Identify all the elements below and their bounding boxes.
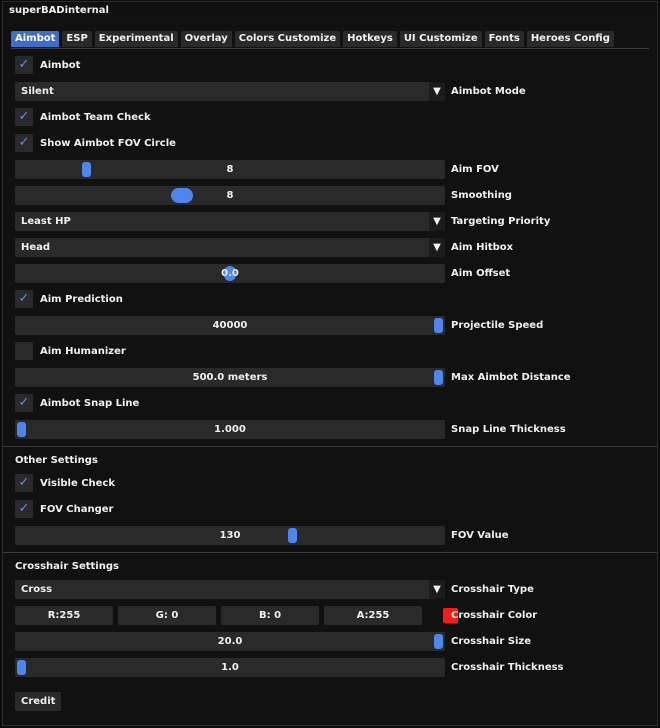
tab-esp[interactable]: ESP: [62, 31, 92, 47]
visible-check-label: Visible Check: [40, 477, 116, 489]
targeting-priority-label: Targeting Priority: [451, 216, 551, 227]
fov-circle-label: Show Aimbot FOV Circle: [40, 137, 176, 149]
aim-prediction-checkbox[interactable]: ✓ Aim Prediction: [15, 289, 123, 309]
main-window: superBADinternal Aimbot ESP Experimental…: [2, 1, 658, 726]
check-icon: ✓: [15, 134, 33, 152]
smoothing-value: 8: [226, 190, 234, 201]
aimbot-checkbox[interactable]: ✓ Aimbot: [15, 55, 80, 75]
fov-changer-label: FOV Changer: [40, 503, 114, 515]
aim-offset-value: 0.0: [221, 268, 239, 279]
aim-offset-label: Aim Offset: [451, 268, 511, 279]
crosshair-type-label: Crosshair Type: [451, 584, 534, 595]
max-distance-slider[interactable]: 500.0 meters: [15, 368, 445, 387]
smoothing-slider[interactable]: 8: [15, 186, 445, 205]
aim-fov-value: 8: [226, 164, 234, 175]
tab-aimbot[interactable]: Aimbot: [11, 31, 60, 47]
aim-fov-label: Aim FOV: [451, 164, 499, 175]
chevron-down-icon: ▼: [429, 82, 445, 101]
aim-humanizer-label: Aim Humanizer: [40, 345, 126, 357]
projectile-speed-slider[interactable]: 40000: [15, 316, 445, 335]
tab-bar: Aimbot ESP Experimental Overlay Colors C…: [11, 31, 649, 49]
window-title: superBADinternal: [3, 2, 657, 20]
snap-thickness-value: 1.000: [214, 424, 246, 435]
aim-humanizer-checkbox[interactable]: Aim Humanizer: [15, 341, 126, 361]
aim-hitbox-label: Aim Hitbox: [451, 242, 514, 253]
crosshair-thickness-label: Crosshair Thickness: [451, 662, 564, 673]
snap-thickness-label: Snap Line Thickness: [451, 424, 566, 435]
tab-experimental[interactable]: Experimental: [94, 31, 178, 47]
check-icon: ✓: [15, 56, 33, 74]
targeting-priority-combo[interactable]: Least HP ▼: [15, 212, 445, 231]
crosshair-thickness-slider[interactable]: 1.0: [15, 658, 445, 677]
aimbot-mode-label: Aimbot Mode: [451, 86, 526, 97]
check-icon: ✓: [15, 394, 33, 412]
chevron-down-icon: ▼: [429, 238, 445, 257]
max-distance-value: 500.0 meters: [192, 372, 268, 383]
snap-line-checkbox[interactable]: ✓ Aimbot Snap Line: [15, 393, 139, 413]
checkbox-box: [15, 342, 33, 360]
crosshair-color-g[interactable]: G: 0: [118, 606, 216, 625]
tab-fonts[interactable]: Fonts: [484, 31, 524, 47]
snap-thickness-slider[interactable]: 1.000: [15, 420, 445, 439]
crosshair-color-row: R:255 G: 0 B: 0 A:255: [15, 606, 458, 626]
credit-button[interactable]: Credit: [15, 692, 62, 711]
crosshair-size-label: Crosshair Size: [451, 636, 531, 647]
aim-offset-slider[interactable]: 0.0: [15, 264, 445, 283]
check-icon: ✓: [15, 108, 33, 126]
crosshair-color-b[interactable]: B: 0: [221, 606, 319, 625]
aimbot-mode-value: Silent: [21, 86, 54, 97]
crosshair-thickness-value: 1.0: [221, 662, 239, 673]
snap-line-label: Aimbot Snap Line: [40, 397, 140, 409]
aim-prediction-label: Aim Prediction: [40, 293, 123, 305]
targeting-priority-value: Least HP: [21, 216, 71, 227]
chevron-down-icon: ▼: [429, 580, 445, 599]
aim-hitbox-value: Head: [21, 242, 51, 253]
tab-hotkeys[interactable]: Hotkeys: [343, 31, 397, 47]
crosshair-size-slider[interactable]: 20.0: [15, 632, 445, 651]
check-icon: ✓: [15, 500, 33, 518]
team-check-label: Aimbot Team Check: [40, 111, 151, 123]
crosshair-size-value: 20.0: [217, 636, 243, 647]
smoothing-label: Smoothing: [451, 190, 512, 201]
crosshair-color-label: Crosshair Color: [451, 610, 538, 621]
tab-overlay[interactable]: Overlay: [180, 31, 232, 47]
team-check-checkbox[interactable]: ✓ Aimbot Team Check: [15, 107, 151, 127]
crosshair-settings-title: Crosshair Settings: [15, 561, 119, 572]
check-icon: ✓: [15, 474, 33, 492]
chevron-down-icon: ▼: [429, 212, 445, 231]
other-settings-title: Other Settings: [15, 455, 98, 466]
max-distance-label: Max Aimbot Distance: [451, 372, 571, 383]
aim-hitbox-combo[interactable]: Head ▼: [15, 238, 445, 257]
check-icon: ✓: [15, 290, 33, 308]
crosshair-color-a[interactable]: A:255: [324, 606, 422, 625]
projectile-speed-label: Projectile Speed: [451, 320, 544, 331]
crosshair-type-value: Cross: [21, 584, 53, 595]
fov-circle-checkbox[interactable]: ✓ Show Aimbot FOV Circle: [15, 133, 176, 153]
crosshair-color-r[interactable]: R:255: [15, 606, 113, 625]
fov-value-slider[interactable]: 130: [15, 526, 445, 545]
fov-value-value: 130: [219, 530, 241, 541]
tab-colors-customize[interactable]: Colors Customize: [234, 31, 341, 47]
visible-check-checkbox[interactable]: ✓ Visible Check: [15, 473, 115, 493]
aim-fov-slider[interactable]: 8: [15, 160, 445, 179]
aimbot-mode-combo[interactable]: Silent ▼: [15, 82, 445, 101]
crosshair-type-combo[interactable]: Cross ▼: [15, 580, 445, 599]
divider: [3, 446, 657, 447]
projectile-speed-value: 40000: [212, 320, 248, 331]
fov-changer-checkbox[interactable]: ✓ FOV Changer: [15, 499, 113, 519]
aimbot-checkbox-label: Aimbot: [40, 59, 81, 71]
divider: [3, 552, 657, 553]
fov-value-label: FOV Value: [451, 530, 509, 541]
tab-ui-customize[interactable]: UI Customize: [399, 31, 482, 47]
tab-heroes-config[interactable]: Heroes Config: [526, 31, 614, 47]
